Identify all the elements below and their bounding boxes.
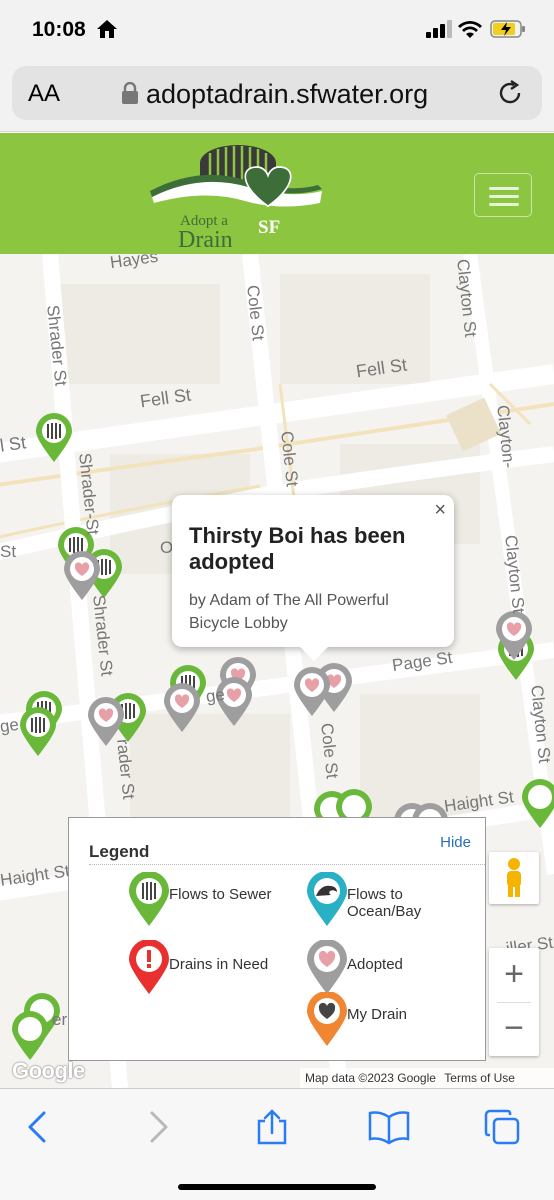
adopt-a-drain-logo[interactable]: Adopt a Drain SF bbox=[150, 141, 325, 249]
google-logo[interactable]: Google bbox=[12, 1058, 85, 1084]
adoption-popup: × Thirsty Boi has been adopted by Adam o… bbox=[172, 495, 454, 661]
adopted-pin-icon bbox=[307, 940, 347, 994]
back-icon[interactable] bbox=[20, 1109, 56, 1145]
map-attribution: Map data ©2023 Google Terms of Use bbox=[300, 1068, 554, 1088]
street-label: ge bbox=[0, 714, 21, 737]
map-canvas[interactable]: Hayes Shrader St Cole St Clayton St Fell… bbox=[0, 254, 554, 1088]
need-pin-icon bbox=[129, 940, 169, 994]
reload-icon[interactable] bbox=[496, 79, 524, 107]
legend-label-sewer: Flows to Sewer bbox=[169, 886, 272, 903]
bookmarks-icon[interactable] bbox=[368, 1109, 410, 1145]
zoom-controls: + − bbox=[489, 948, 539, 1056]
signal-icon bbox=[426, 20, 452, 38]
address-bar[interactable]: AA adoptadrain.sfwater.org bbox=[12, 66, 542, 120]
street-label: St bbox=[0, 542, 17, 561]
site-header: Adopt a Drain SF bbox=[0, 133, 554, 254]
terms-of-use-link[interactable]: Terms of Use bbox=[444, 1071, 515, 1085]
ocean-pin-icon bbox=[307, 872, 347, 926]
legend-hide-link[interactable]: Hide bbox=[440, 834, 471, 851]
logo-drain-text: Drain bbox=[178, 227, 233, 249]
legend-title: Legend bbox=[89, 842, 150, 861]
legend-label-need: Drains in Need bbox=[169, 956, 269, 973]
url-text[interactable]: adoptadrain.sfwater.org bbox=[146, 79, 428, 110]
legend-label-my-drain: My Drain bbox=[347, 1006, 408, 1023]
tabs-icon[interactable] bbox=[484, 1109, 520, 1145]
zoom-in-button[interactable]: + bbox=[489, 948, 539, 1002]
map-data-text: Map data ©2023 Google bbox=[305, 1071, 436, 1085]
sewer-pin-icon bbox=[129, 872, 169, 926]
street-label: l St bbox=[0, 432, 28, 456]
status-time: 10:08 bbox=[32, 18, 86, 41]
map-legend: Legend Hide Flows to Sewer Flows to Ocea… bbox=[68, 817, 486, 1061]
my-drain-pin-icon bbox=[307, 992, 347, 1046]
street-label: er bbox=[52, 1010, 68, 1029]
home-indicator bbox=[178, 1184, 376, 1190]
forward-icon[interactable] bbox=[140, 1109, 176, 1145]
browser-address-area: AA adoptadrain.sfwater.org bbox=[0, 58, 554, 132]
status-bar: 10:08 bbox=[0, 0, 554, 58]
zoom-out-button[interactable]: − bbox=[489, 1002, 539, 1056]
lock-icon bbox=[122, 82, 138, 104]
menu-button[interactable] bbox=[474, 173, 532, 217]
home-icon bbox=[97, 20, 117, 38]
pegman-icon bbox=[507, 858, 521, 897]
street-view-pegman[interactable] bbox=[489, 852, 539, 904]
text-size-button[interactable]: AA bbox=[28, 80, 60, 108]
share-icon[interactable] bbox=[254, 1109, 290, 1145]
logo-sf-text: SF bbox=[258, 217, 280, 238]
legend-label-adopted: Adopted bbox=[347, 956, 403, 973]
popup-subtitle: by Adam of The All Powerful Bicycle Lobb… bbox=[189, 592, 389, 632]
street-label: ge bbox=[204, 684, 227, 707]
popup-close-button[interactable]: × bbox=[434, 499, 446, 522]
legend-divider bbox=[89, 864, 485, 865]
battery-charging-icon bbox=[490, 20, 525, 38]
legend-label-ocean: Flows to Ocean/Bay bbox=[347, 886, 422, 920]
wifi-icon bbox=[458, 21, 482, 38]
popup-title: Thirsty Boi has been adopted bbox=[189, 523, 406, 574]
